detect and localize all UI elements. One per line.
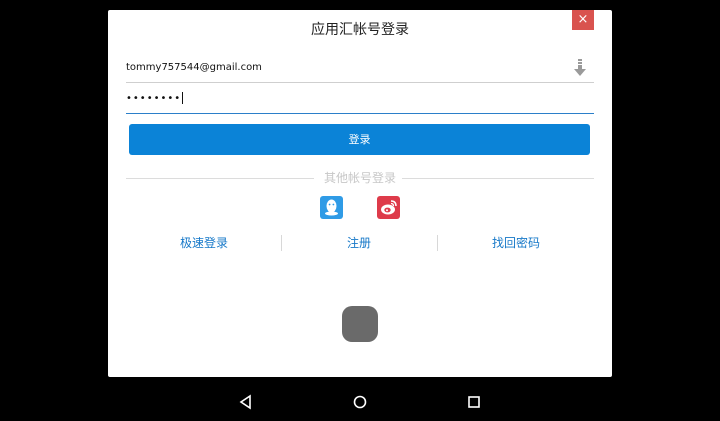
screen: 应用汇帐号登录 × tommy757544@gmail.com ••••••••… (0, 0, 720, 421)
home-icon[interactable] (352, 394, 368, 410)
link-separator (437, 235, 438, 251)
android-navigation-bar (0, 384, 720, 421)
close-button[interactable]: × (572, 10, 594, 30)
dialog-title: 应用汇帐号登录 (311, 22, 409, 38)
weibo-login-icon[interactable] (377, 196, 400, 219)
recent-apps-icon[interactable] (466, 394, 482, 410)
email-value: tommy757544@gmail.com (126, 62, 262, 73)
divider-line (402, 178, 594, 179)
other-login-divider: 其他帐号登录 (126, 170, 594, 186)
account-dropdown-icon[interactable] (574, 59, 586, 77)
login-dialog: 应用汇帐号登录 × tommy757544@gmail.com ••••••••… (108, 10, 612, 377)
qq-login-icon[interactable] (320, 196, 343, 219)
floating-assistive-button[interactable] (342, 306, 378, 342)
link-separator (281, 235, 282, 251)
fast-login-link[interactable]: 极速登录 (144, 233, 264, 253)
text-cursor (182, 92, 184, 104)
password-value: •••••••• (126, 92, 184, 104)
password-field[interactable]: •••••••• (126, 86, 594, 114)
recover-password-link[interactable]: 找回密码 (456, 233, 576, 253)
back-icon[interactable] (238, 394, 254, 410)
register-link[interactable]: 注册 (299, 233, 419, 253)
auth-links: 极速登录 注册 找回密码 (108, 233, 612, 253)
login-button[interactable]: 登录 (129, 124, 590, 155)
email-field[interactable]: tommy757544@gmail.com (126, 55, 594, 83)
